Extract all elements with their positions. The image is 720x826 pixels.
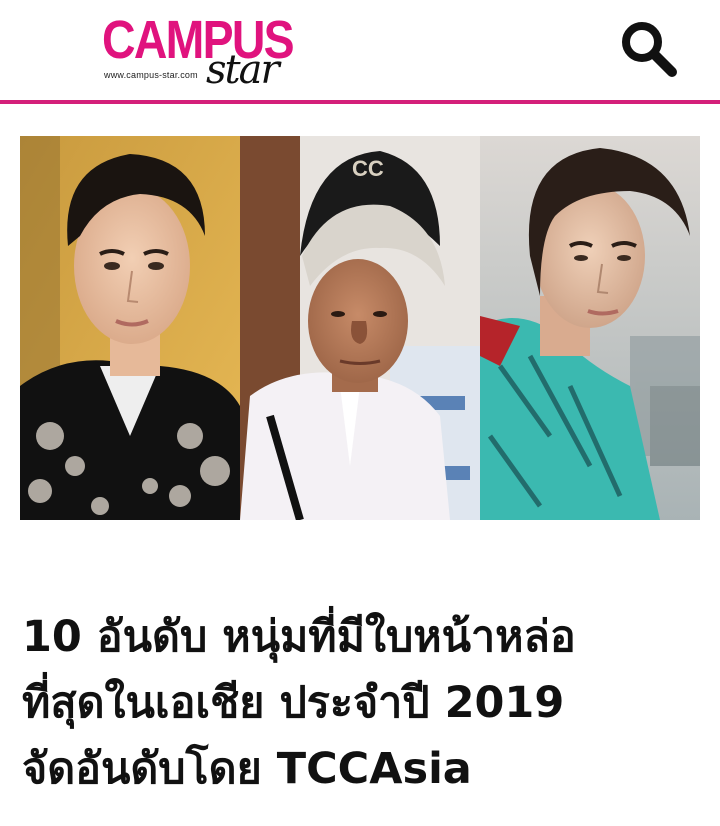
site-logo[interactable]: CAMPUS star www.campus-star.com [102, 8, 302, 93]
logo-url: www.campus-star.com [104, 70, 198, 80]
portrait-photo-center: CC [240, 136, 480, 520]
search-button[interactable] [616, 16, 680, 80]
portrait-photo-right [480, 136, 700, 520]
site-header: CAMPUS star www.campus-star.com [0, 0, 720, 101]
featured-image[interactable]: CC [20, 136, 700, 520]
svg-text:CC: CC [352, 156, 384, 181]
portrait-photo-left [20, 136, 240, 520]
article-title-line-3: จัดอันดับโดย TCCAsia [22, 744, 472, 794]
article-title[interactable]: 10 อันดับ หนุ่มที่มีใบหน้าหล่อ ที่สุดในเ… [22, 604, 702, 802]
search-icon [622, 22, 677, 77]
article-title-line-2: ที่สุดในเอเชีย ประจำปี 2019 [22, 678, 565, 728]
page: CAMPUS star www.campus-star.com CC 10 อั… [0, 0, 720, 826]
article-title-line-1: 10 อันดับ หนุ่มที่มีใบหน้าหล่อ [22, 612, 576, 662]
logo-script: star [206, 47, 280, 93]
header-divider [0, 100, 720, 104]
